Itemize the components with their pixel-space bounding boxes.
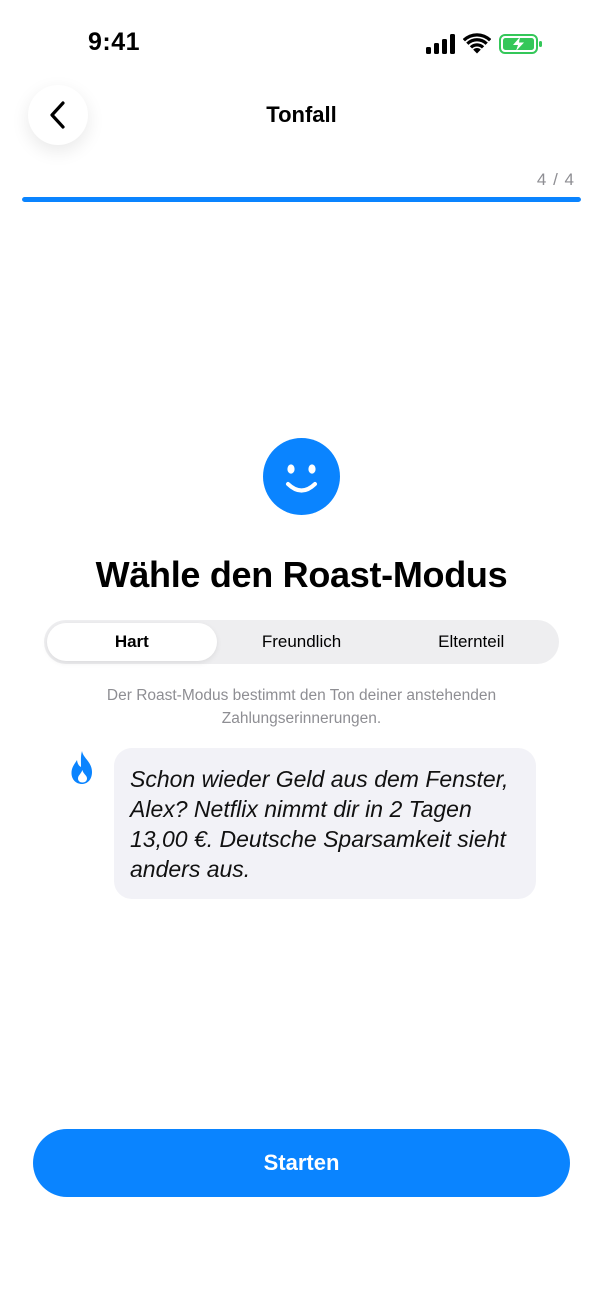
status-icons [426, 30, 543, 58]
status-time: 9:41 [88, 28, 141, 56]
progress-fill [22, 197, 581, 202]
wifi-icon [463, 33, 491, 54]
segment-elternteil[interactable]: Elternteil [386, 623, 556, 661]
preview-message-text: Schon wieder Geld aus dem Fenster, Alex?… [130, 766, 509, 882]
step-counter: 4 / 4 [536, 170, 575, 189]
segment-freundlich[interactable]: Freundlich [217, 623, 387, 661]
smiley-icon [263, 438, 340, 515]
start-button[interactable]: Starten [33, 1129, 570, 1197]
description-text: Der Roast-Modus bestimmt den Ton deiner … [106, 687, 497, 727]
roast-mode-segmented-control: Hart Freundlich Elternteil [44, 620, 559, 664]
progress-bar [22, 197, 581, 202]
flame-icon [66, 750, 98, 786]
cellular-signal-icon [426, 34, 455, 54]
heading: Wähle den Roast-Modus [95, 554, 508, 595]
preview-message-bubble: Schon wieder Geld aus dem Fenster, Alex?… [114, 748, 536, 899]
page-title: Tonfall [266, 102, 337, 127]
segment-hart[interactable]: Hart [47, 623, 217, 661]
battery-charging-icon [499, 34, 542, 54]
